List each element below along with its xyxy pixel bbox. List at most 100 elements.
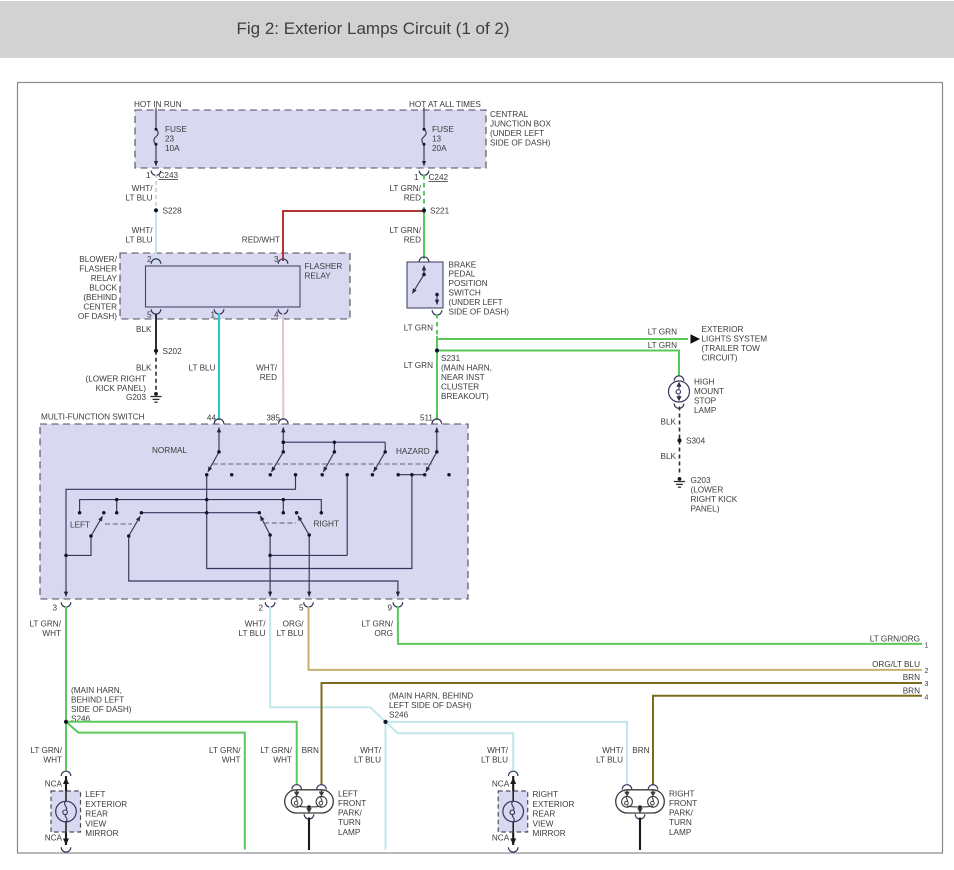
svg-text:WHT: WHT <box>273 755 292 764</box>
svg-text:EXTERIOR: EXTERIOR <box>533 800 575 809</box>
svg-text:LT BLU: LT BLU <box>239 629 266 638</box>
svg-text:LT GRN: LT GRN <box>404 323 433 332</box>
svg-text:LT BLU: LT BLU <box>596 755 623 764</box>
svg-text:385: 385 <box>266 413 280 422</box>
svg-text:MIRROR: MIRROR <box>85 829 118 838</box>
svg-text:WHT/: WHT/ <box>256 363 278 372</box>
svg-text:LT GRN/: LT GRN/ <box>361 619 393 628</box>
svg-text:(MAIN HARN,: (MAIN HARN, <box>71 686 122 695</box>
svg-text:WHT/: WHT/ <box>602 746 624 755</box>
svg-text:RIGHT: RIGHT <box>533 790 558 799</box>
svg-text:VIEW: VIEW <box>533 819 554 828</box>
svg-text:BLOWER/: BLOWER/ <box>79 255 117 264</box>
svg-text:LT GRN/ORG: LT GRN/ORG <box>870 634 920 643</box>
svg-text:S304: S304 <box>686 437 706 446</box>
svg-text:C243: C243 <box>159 171 179 180</box>
svg-text:LT GRN/: LT GRN/ <box>29 619 61 628</box>
svg-text:WHT/: WHT/ <box>132 226 154 235</box>
svg-text:MOUNT: MOUNT <box>694 387 724 396</box>
svg-text:C242: C242 <box>429 173 449 182</box>
svg-text:OF DASH): OF DASH) <box>78 312 117 321</box>
svg-text:S221: S221 <box>430 207 450 216</box>
svg-text:LIGHTS SYSTEM: LIGHTS SYSTEM <box>702 334 768 343</box>
svg-text:NCA: NCA <box>45 834 63 843</box>
svg-text:G203: G203 <box>691 476 711 485</box>
svg-text:HIGH: HIGH <box>694 377 715 386</box>
svg-text:RED: RED <box>404 236 421 245</box>
svg-text:SIDE OF DASH): SIDE OF DASH) <box>490 139 551 148</box>
svg-text:WHT/: WHT/ <box>132 184 154 193</box>
svg-text:LT GRN: LT GRN <box>648 341 677 350</box>
svg-text:9: 9 <box>387 604 392 613</box>
svg-text:RED: RED <box>260 373 277 382</box>
svg-text:1: 1 <box>210 311 215 320</box>
svg-text:BLK: BLK <box>661 417 677 426</box>
svg-text:3: 3 <box>925 681 929 688</box>
svg-text:RED/WHT: RED/WHT <box>242 236 280 245</box>
svg-text:BLK: BLK <box>661 452 677 461</box>
svg-text:5: 5 <box>147 311 152 320</box>
svg-text:FUSE: FUSE <box>165 125 187 134</box>
svg-text:S202: S202 <box>163 347 183 356</box>
svg-text:WHT: WHT <box>42 629 61 638</box>
svg-text:BLOCK: BLOCK <box>89 283 117 292</box>
svg-text:REAR: REAR <box>85 810 108 819</box>
svg-text:S231: S231 <box>441 354 461 363</box>
svg-text:LT BLU: LT BLU <box>277 629 304 638</box>
svg-text:(LOWER RIGHT: (LOWER RIGHT <box>86 374 147 383</box>
svg-text:LT BLU: LT BLU <box>126 193 153 202</box>
svg-text:NCA: NCA <box>492 834 510 843</box>
svg-text:1: 1 <box>925 642 929 649</box>
svg-text:FLASHER: FLASHER <box>79 264 117 273</box>
svg-text:SWITCH: SWITCH <box>449 289 481 298</box>
svg-text:LT BLU: LT BLU <box>189 363 216 372</box>
svg-text:(UNDER LEFT: (UNDER LEFT <box>449 298 503 307</box>
svg-text:FRONT: FRONT <box>338 799 366 808</box>
svg-text:LAMP: LAMP <box>669 828 692 837</box>
svg-text:RELAY: RELAY <box>91 274 118 283</box>
svg-text:5: 5 <box>299 604 304 613</box>
svg-text:BRN: BRN <box>302 746 319 755</box>
svg-text:WHT/: WHT/ <box>245 619 267 628</box>
svg-text:BRN: BRN <box>903 673 920 682</box>
svg-text:ORG/LT BLU: ORG/LT BLU <box>872 660 920 669</box>
svg-text:(MAIN HARN, BEHIND: (MAIN HARN, BEHIND <box>389 691 473 700</box>
svg-text:HAZARD: HAZARD <box>396 447 430 456</box>
svg-text:20A: 20A <box>432 144 447 153</box>
svg-text:VIEW: VIEW <box>85 819 106 828</box>
svg-text:SIDE OF DASH): SIDE OF DASH) <box>71 705 132 714</box>
svg-text:2: 2 <box>147 255 152 264</box>
svg-text:CIRCUIT): CIRCUIT) <box>702 353 738 362</box>
svg-text:1: 1 <box>414 173 419 182</box>
svg-text:ORG: ORG <box>374 629 393 638</box>
svg-text:(TRAILER TOW: (TRAILER TOW <box>702 344 761 353</box>
svg-text:S228: S228 <box>163 206 183 215</box>
svg-text:3: 3 <box>52 604 57 613</box>
svg-text:LT GRN/: LT GRN/ <box>260 746 292 755</box>
svg-text:LT BLU: LT BLU <box>481 755 508 764</box>
svg-text:PARK/: PARK/ <box>669 809 694 818</box>
svg-text:JUNCTION BOX: JUNCTION BOX <box>490 120 551 129</box>
svg-text:MULTI-FUNCTION SWITCH: MULTI-FUNCTION SWITCH <box>41 412 145 421</box>
svg-text:LT GRN/: LT GRN/ <box>389 184 421 193</box>
svg-text:ORG/: ORG/ <box>283 619 305 628</box>
svg-text:WHT: WHT <box>43 755 62 764</box>
svg-text:Fig 2: Exterior Lamps Circuit: Fig 2: Exterior Lamps Circuit (1 of 2) <box>236 19 509 38</box>
svg-text:BREAKOUT): BREAKOUT) <box>441 392 489 401</box>
svg-text:FRONT: FRONT <box>669 799 697 808</box>
svg-text:PARK/: PARK/ <box>338 809 363 818</box>
svg-text:FUSE: FUSE <box>432 125 454 134</box>
svg-text:3: 3 <box>274 255 279 264</box>
svg-text:CENTER: CENTER <box>83 302 117 311</box>
svg-text:RIGHT: RIGHT <box>314 519 339 528</box>
svg-text:EXTERIOR: EXTERIOR <box>702 325 744 334</box>
svg-text:1: 1 <box>146 171 151 180</box>
svg-text:BLK: BLK <box>136 325 152 334</box>
svg-text:2: 2 <box>925 668 929 675</box>
svg-text:LT GRN: LT GRN <box>404 361 433 370</box>
svg-text:RIGHT KICK: RIGHT KICK <box>691 495 738 504</box>
svg-text:LT GRN/: LT GRN/ <box>389 226 421 235</box>
svg-text:BRAKE: BRAKE <box>449 260 477 269</box>
svg-text:NORMAL: NORMAL <box>152 446 187 455</box>
svg-text:RIGHT: RIGHT <box>669 789 694 798</box>
